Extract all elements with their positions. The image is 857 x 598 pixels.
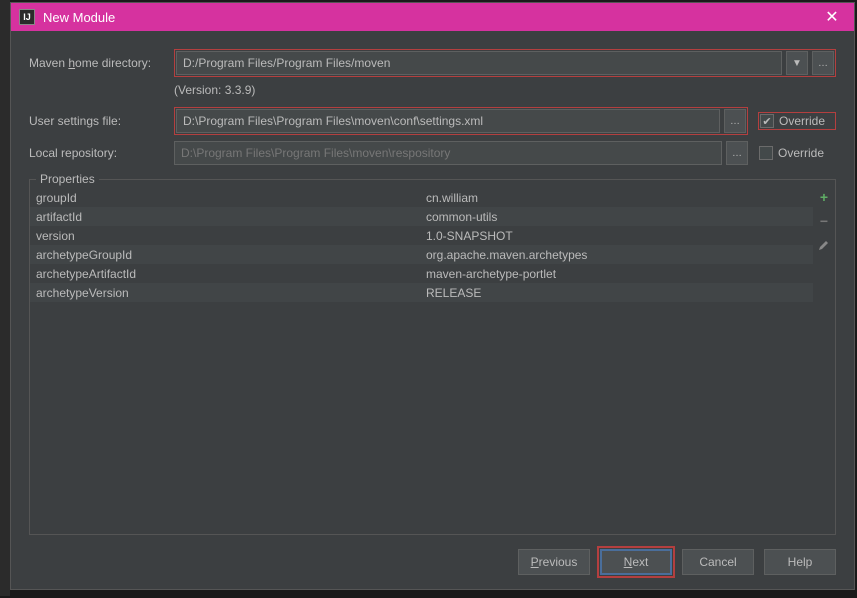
user-settings-input[interactable] bbox=[176, 109, 720, 133]
user-settings-override-checkbox[interactable]: ✔ bbox=[760, 114, 774, 128]
cancel-button[interactable]: Cancel bbox=[682, 549, 754, 575]
local-repo-override-group[interactable]: ✔ Override bbox=[758, 145, 836, 161]
property-row[interactable]: archetypeArtifactIdmaven-archetype-portl… bbox=[30, 264, 813, 283]
user-settings-browse[interactable]: … bbox=[724, 109, 746, 133]
next-button[interactable]: Next bbox=[600, 549, 672, 575]
property-value: cn.william bbox=[426, 191, 813, 205]
user-settings-row: User settings file: … ✔ Override bbox=[29, 107, 836, 135]
local-repo-row: Local repository: … ✔ Override bbox=[29, 141, 836, 165]
local-repo-field-group: … ✔ Override bbox=[174, 141, 836, 165]
maven-home-label: Maven home directory: bbox=[29, 56, 174, 70]
dialog-footer: Previous Next Cancel Help bbox=[11, 535, 854, 589]
property-row[interactable]: artifactIdcommon-utils bbox=[30, 207, 813, 226]
property-key: archetypeGroupId bbox=[36, 248, 426, 262]
local-repo-browse[interactable]: … bbox=[726, 141, 748, 165]
properties-panel: Properties groupIdcn.williamartifactIdco… bbox=[29, 179, 836, 535]
new-module-dialog: IJ New Module ✕ Maven home directory: ▼ … bbox=[10, 2, 855, 590]
titlebar[interactable]: IJ New Module ✕ bbox=[11, 3, 854, 31]
properties-toolbar: + − bbox=[813, 180, 835, 534]
property-key: archetypeVersion bbox=[36, 286, 426, 300]
edit-property-icon[interactable] bbox=[815, 236, 833, 254]
remove-property-icon[interactable]: − bbox=[815, 212, 833, 230]
app-icon: IJ bbox=[19, 9, 35, 25]
close-icon[interactable]: ✕ bbox=[818, 3, 846, 31]
property-row[interactable]: groupIdcn.william bbox=[30, 188, 813, 207]
property-value: common-utils bbox=[426, 210, 813, 224]
property-value: 1.0-SNAPSHOT bbox=[426, 229, 813, 243]
maven-home-input[interactable] bbox=[176, 51, 782, 75]
property-row[interactable]: archetypeVersionRELEASE bbox=[30, 283, 813, 302]
local-repo-input[interactable] bbox=[174, 141, 722, 165]
help-button[interactable]: Help bbox=[764, 549, 836, 575]
maven-home-row: Maven home directory: ▼ … bbox=[29, 49, 836, 77]
maven-home-field-group: ▼ … bbox=[174, 49, 836, 77]
local-repo-label: Local repository: bbox=[29, 146, 174, 160]
property-key: artifactId bbox=[36, 210, 426, 224]
property-row[interactable]: archetypeGroupIdorg.apache.maven.archety… bbox=[30, 245, 813, 264]
property-value: RELEASE bbox=[426, 286, 813, 300]
properties-title: Properties bbox=[36, 172, 99, 186]
property-key: groupId bbox=[36, 191, 426, 205]
maven-home-dropdown[interactable]: ▼ bbox=[786, 51, 808, 75]
user-settings-override-label: Override bbox=[779, 114, 825, 128]
user-settings-override-group[interactable]: ✔ Override bbox=[758, 112, 836, 130]
local-repo-override-label: Override bbox=[778, 146, 824, 160]
property-key: version bbox=[36, 229, 426, 243]
property-value: maven-archetype-portlet bbox=[426, 267, 813, 281]
add-property-icon[interactable]: + bbox=[815, 188, 833, 206]
maven-home-browse[interactable]: … bbox=[812, 51, 834, 75]
background-sliver bbox=[0, 0, 10, 596]
window-title: New Module bbox=[43, 10, 818, 25]
local-repo-override-checkbox[interactable]: ✔ bbox=[759, 146, 773, 160]
user-settings-field-group: … ✔ Override bbox=[174, 107, 836, 135]
previous-button[interactable]: Previous bbox=[518, 549, 590, 575]
maven-version-text: (Version: 3.3.9) bbox=[29, 83, 836, 97]
property-row[interactable]: version1.0-SNAPSHOT bbox=[30, 226, 813, 245]
property-key: archetypeArtifactId bbox=[36, 267, 426, 281]
user-settings-label: User settings file: bbox=[29, 114, 174, 128]
property-value: org.apache.maven.archetypes bbox=[426, 248, 813, 262]
dialog-content: Maven home directory: ▼ … (Version: 3.3.… bbox=[11, 31, 854, 535]
properties-table: groupIdcn.williamartifactIdcommon-utilsv… bbox=[30, 180, 813, 534]
